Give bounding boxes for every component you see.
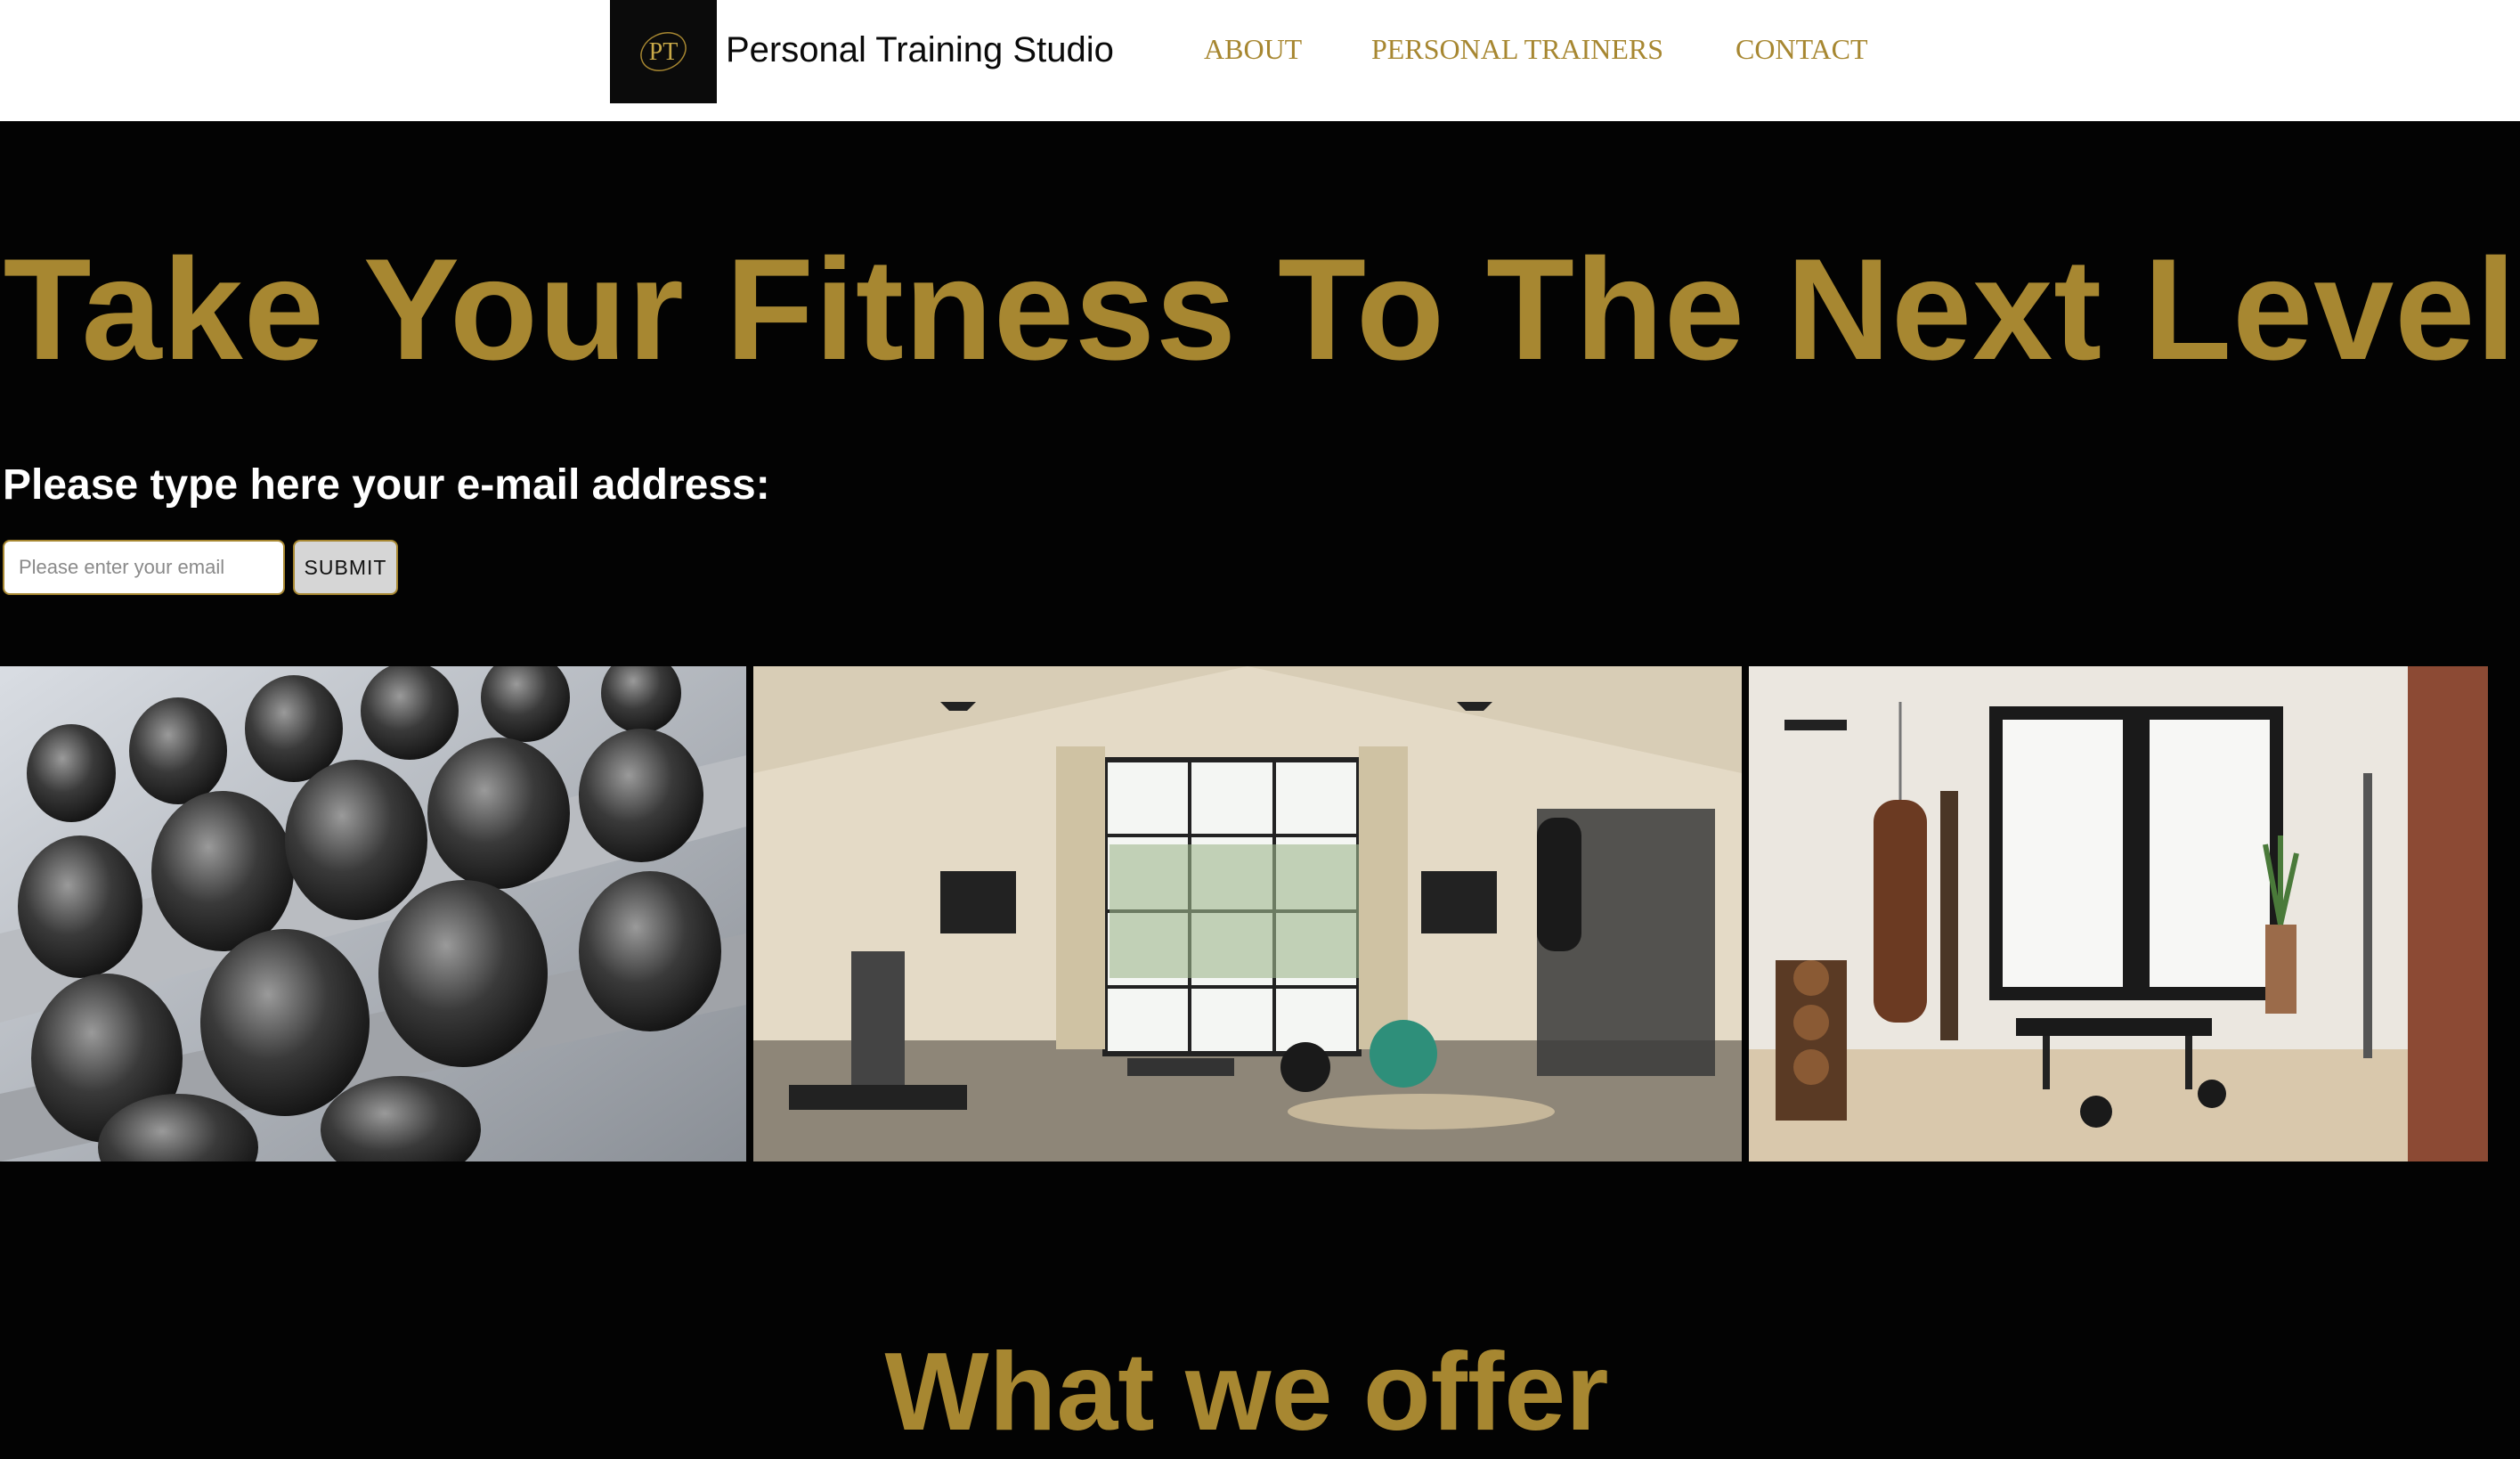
site-header: PT Personal Training Studio ABOUT PERSON… — [0, 0, 2520, 121]
hero-title: Take Your Fitness To The Next Level — [3, 229, 2517, 390]
home-gym-room-photo — [753, 666, 1742, 1161]
nav-contact[interactable]: CONTACT — [1736, 29, 1868, 69]
logo[interactable]: PT — [610, 0, 717, 103]
submit-button[interactable]: SUBMIT — [293, 540, 398, 595]
logo-icon: PT — [610, 0, 717, 103]
email-input[interactable] — [3, 540, 285, 595]
nav-personal-trainers[interactable]: PERSONAL TRAINERS — [1371, 29, 1663, 69]
brand-name[interactable]: Personal Training Studio — [726, 25, 1114, 75]
nav-about[interactable]: ABOUT — [1204, 29, 1302, 69]
boxing-room-photo — [1749, 666, 2488, 1161]
dumbbell-rack-photo — [0, 666, 746, 1161]
logo-monogram: PT — [649, 38, 679, 66]
email-label: Please type here your e-mail address: — [3, 461, 770, 509]
